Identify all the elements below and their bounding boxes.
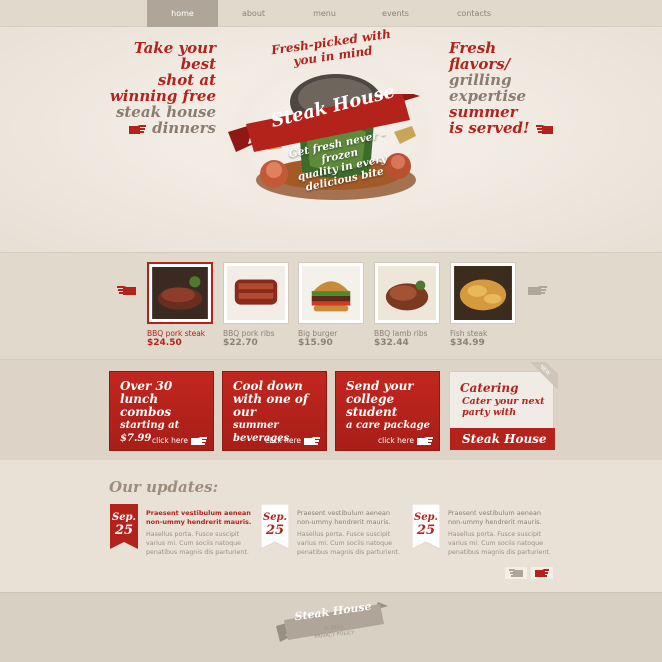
hero-left-line: Take your best xyxy=(133,39,216,73)
hero-right-line: is served! xyxy=(449,119,530,137)
product-name: BBQ pork ribs xyxy=(223,329,275,338)
date-label: Sep. 25 xyxy=(412,504,440,549)
hero-left-line: winning free xyxy=(109,87,216,105)
update-text: Praesent vestibulum aenean non-ummy hend… xyxy=(448,509,556,557)
product-item[interactable]: Big burger $15.90 xyxy=(298,262,364,348)
pointing-hand-icon xyxy=(128,125,146,134)
product-item[interactable]: Fish steak $34.99 xyxy=(450,262,516,348)
product-item[interactable]: BBQ pork steak $24.50 xyxy=(147,262,213,348)
catering-line: party with xyxy=(462,407,517,418)
burger-image xyxy=(302,266,360,320)
promo-card[interactable]: Over 30 lunch combos starting at $7.99 c… xyxy=(109,371,214,451)
product-thumbnail[interactable] xyxy=(147,262,213,324)
hero-right-line: grilling expertise xyxy=(449,71,527,105)
promo-line: lunch combos xyxy=(120,392,172,419)
date-label: Sep. 25 xyxy=(110,504,138,549)
pointing-hand-icon xyxy=(191,437,207,445)
update-title[interactable]: Praesent vestibulum aenean non-ummy hend… xyxy=(146,509,254,527)
promo-card[interactable]: Cool down with one of our summer beverag… xyxy=(222,371,327,451)
promo-line: a care package xyxy=(346,420,430,431)
pointing-hand-icon xyxy=(304,437,320,445)
update-body: Hasellus porta. Fusce suscipit varius mi… xyxy=(448,531,551,556)
hero-left-promo[interactable]: Take your best shot at winning free stea… xyxy=(104,40,216,136)
date-day: 25 xyxy=(416,523,436,538)
product-price: $32.44 xyxy=(374,338,409,348)
promo-text: Send your college student a care package xyxy=(346,380,438,432)
nav-about[interactable]: about xyxy=(218,0,289,27)
promo-click-link[interactable]: click here xyxy=(152,436,188,445)
promo-section xyxy=(0,360,662,460)
carousel-prev-icon[interactable] xyxy=(116,285,138,297)
nav-contacts[interactable]: contacts xyxy=(431,0,517,27)
product-name: BBQ pork steak xyxy=(147,329,206,338)
promo-click-link[interactable]: click here xyxy=(265,436,301,445)
hero-right-line: summer xyxy=(449,103,518,121)
updates-next-icon[interactable] xyxy=(531,567,553,579)
product-item[interactable]: BBQ pork ribs $22.70 xyxy=(223,262,289,348)
product-price: $34.99 xyxy=(450,338,485,348)
product-price: $22.70 xyxy=(223,338,258,348)
hero-left-line: steak house xyxy=(115,103,216,121)
promo-click-link[interactable]: click here xyxy=(378,436,414,445)
update-text: Praesent vestibulum aenean non-ummy hend… xyxy=(297,509,405,557)
product-price: $15.90 xyxy=(298,338,333,348)
product-name: Big burger xyxy=(298,329,338,338)
product-name: BBQ lamb ribs xyxy=(374,329,428,338)
hero-left-line: shot at xyxy=(157,71,216,89)
fish-steak-image xyxy=(454,266,512,320)
carousel-next-icon[interactable] xyxy=(526,285,548,297)
pork-ribs-image xyxy=(227,266,285,320)
product-thumbnail[interactable] xyxy=(298,262,364,324)
promo-line: with one of our xyxy=(233,392,309,419)
promo-line: college student xyxy=(346,392,398,419)
product-thumbnail[interactable] xyxy=(450,262,516,324)
lamb-ribs-image xyxy=(378,266,436,320)
date-day: 25 xyxy=(114,523,134,538)
date-label: Sep. 25 xyxy=(261,504,289,549)
update-body: Hasellus porta. Fusce suscipit varius mi… xyxy=(146,531,249,556)
hero-left-line: dinners xyxy=(152,119,216,137)
date-month: Sep. xyxy=(413,512,439,523)
new-badge: NEW xyxy=(530,362,558,390)
hero-right-promo[interactable]: Fresh flavors/ grilling expertise summer… xyxy=(449,40,559,136)
hero-right-line: Fresh flavors/ xyxy=(449,39,511,73)
product-item[interactable]: BBQ lamb ribs $32.44 xyxy=(374,262,440,348)
update-text: Praesent vestibulum aenean non-ummy hend… xyxy=(146,509,254,557)
updates-heading: Our updates: xyxy=(109,478,219,496)
update-title[interactable]: Praesent vestibulum aenean non-ummy hend… xyxy=(297,509,405,527)
product-thumbnail[interactable] xyxy=(223,262,289,324)
date-month: Sep. xyxy=(262,512,288,523)
date-month: Sep. xyxy=(111,512,137,523)
date-day: 25 xyxy=(265,523,285,538)
nav-menu[interactable]: menu xyxy=(289,0,360,27)
catering-subtitle: Cater your next party with xyxy=(462,396,552,418)
pointing-hand-icon xyxy=(417,437,433,445)
catering-title: Catering xyxy=(460,381,519,395)
nav-events[interactable]: events xyxy=(360,0,431,27)
product-thumbnail[interactable] xyxy=(374,262,440,324)
pork-steak-image xyxy=(152,267,208,319)
product-price: $24.50 xyxy=(147,338,182,348)
update-body: Hasellus porta. Fusce suscipit varius mi… xyxy=(297,531,400,556)
update-title[interactable]: Praesent vestibulum aenean non-ummy hend… xyxy=(448,509,556,527)
catering-banner: Steak House xyxy=(450,428,555,450)
top-navigation: home about menu events contacts xyxy=(0,0,662,27)
product-name: Fish steak xyxy=(450,329,488,338)
updates-prev-icon[interactable] xyxy=(505,567,527,579)
catering-line: Cater your next xyxy=(462,396,545,407)
promo-card[interactable]: Send your college student a care package… xyxy=(335,371,440,451)
nav-home[interactable]: home xyxy=(147,0,218,27)
pointing-hand-icon xyxy=(535,125,553,134)
